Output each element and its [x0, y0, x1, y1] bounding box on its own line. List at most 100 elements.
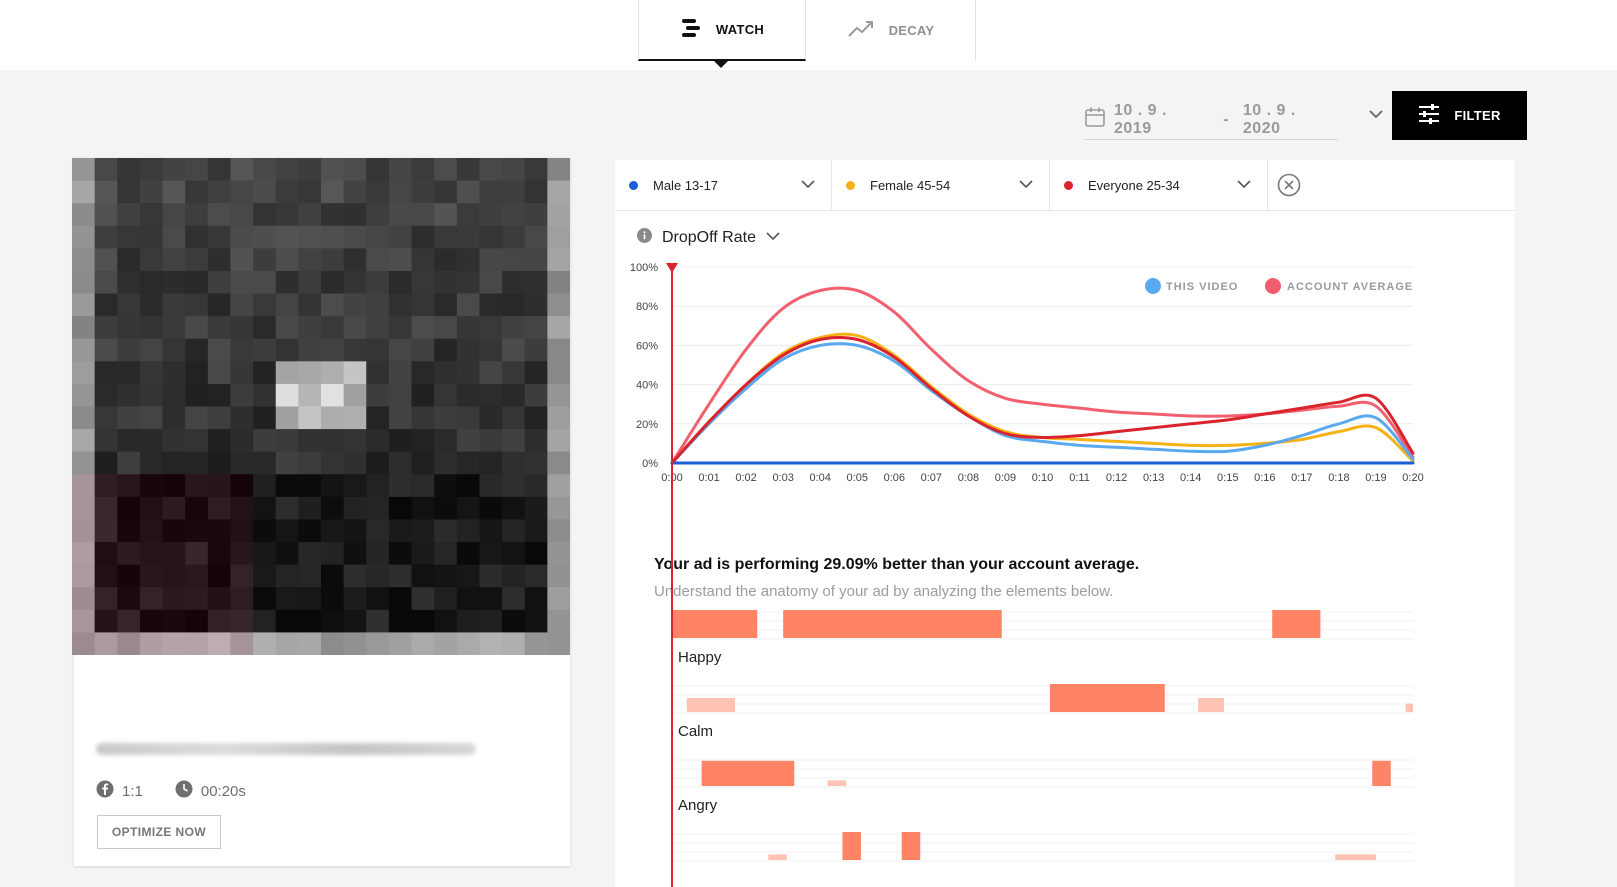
thumbnail-pixel [456, 609, 481, 634]
thumbnail-pixel [94, 587, 118, 611]
thumbnail-pixel [411, 316, 435, 340]
thumbnail-pixel [321, 587, 345, 611]
thumbnail-pixel [411, 248, 435, 272]
thumbnail-pixel [275, 158, 299, 182]
segment-select-2[interactable]: Female 45-54 [832, 160, 1050, 211]
thumbnail-pixel [275, 225, 299, 249]
watch-bars-icon [680, 17, 702, 42]
tab-decay[interactable]: DECAY [806, 0, 976, 61]
thumbnail-pixel [547, 383, 570, 408]
emotion-bar [901, 832, 921, 860]
thumbnail-pixel [162, 248, 186, 272]
thumbnail-pixel [321, 203, 345, 227]
thumbnail-pixel [343, 383, 367, 408]
thumbnail-pixel [139, 451, 164, 475]
chevron-down-icon [1237, 177, 1251, 194]
thumbnail-pixel [343, 293, 367, 317]
thumbnail-pixel [298, 270, 322, 295]
thumbnail-pixel [343, 361, 367, 385]
thumbnail-pixel [479, 564, 503, 588]
analytics-panel: Male 13-17 Female 45-54 Everyone 25-34 D… [615, 160, 1515, 887]
thumbnail-pixel [117, 361, 141, 385]
video-meta: 1:1 00:20s [96, 780, 268, 802]
thumbnail-pixel [456, 361, 481, 385]
thumbnail-pixel [456, 632, 481, 655]
thumbnail-pixel [185, 203, 209, 227]
x-tick-label: 0:18 [1328, 472, 1349, 484]
emotion-bar [1405, 703, 1413, 712]
thumbnail-pixel [275, 383, 299, 408]
thumbnail-pixel [434, 293, 458, 317]
thumbnail-pixel [321, 158, 345, 182]
thumbnail-pixel [230, 451, 254, 475]
thumbnail-pixel [207, 451, 232, 475]
clear-segments-button[interactable] [1277, 173, 1301, 202]
thumbnail-pixel [434, 496, 458, 521]
thumbnail-pixel [321, 270, 345, 295]
thumbnail-pixel [343, 519, 367, 543]
thumbnail-pixel [207, 406, 232, 430]
emotion-row-label: Angry [678, 797, 718, 814]
segment-select-3[interactable]: Everyone 25-34 [1050, 160, 1268, 211]
x-tick-label: 0:08 [958, 472, 979, 484]
metric-selector[interactable]: DropOff Rate [637, 228, 780, 248]
thumbnail-pixel [139, 564, 164, 588]
tab-watch[interactable]: WATCH [638, 0, 806, 61]
thumbnail-pixel [547, 248, 570, 272]
filter-button[interactable]: FILTER [1392, 91, 1527, 140]
thumbnail-pixel [117, 542, 141, 566]
thumbnail-pixel [94, 519, 118, 543]
thumbnail-pixel [253, 248, 277, 272]
segment-label: Female 45-54 [870, 178, 951, 193]
thumbnail-pixel [185, 361, 209, 385]
performance-summary: Your ad is performing 29.09% better than… [654, 556, 1140, 573]
series-line [670, 335, 1415, 465]
thumbnail-pixel [456, 383, 481, 408]
segment-select-1[interactable]: Male 13-17 [615, 160, 832, 211]
thumbnail-pixel [547, 180, 570, 204]
thumbnail-pixel [275, 519, 299, 543]
thumbnail-pixel [185, 609, 209, 634]
legend-swatch [1145, 278, 1161, 294]
video-thumbnail[interactable] [72, 158, 570, 655]
thumbnail-pixel [502, 270, 526, 295]
thumbnail-pixel [456, 316, 481, 340]
thumbnail-pixel [547, 270, 570, 295]
chevron-down-icon [1019, 177, 1033, 194]
date-range-picker[interactable]: 10 . 9 . 2019 - 10 . 9 . 2020 [1084, 100, 1338, 140]
emotion-bar [768, 854, 787, 860]
thumbnail-pixel [547, 519, 570, 543]
thumbnail-pixel [94, 270, 118, 295]
thumbnail-pixel [547, 429, 570, 453]
playhead-line[interactable] [671, 266, 673, 887]
thumbnail-pixel [479, 248, 503, 272]
thumbnail-pixel [434, 587, 458, 611]
thumbnail-pixel [343, 587, 367, 611]
thumbnail-pixel [366, 406, 390, 430]
thumbnail-pixel [388, 225, 413, 249]
thumbnail-pixel [321, 564, 345, 588]
thumbnail-pixel [139, 225, 164, 249]
thumbnail-pixel [524, 158, 548, 182]
thumbnail-pixel [479, 270, 503, 295]
thumbnail-pixel [94, 383, 118, 408]
thumbnail-pixel [230, 429, 254, 453]
thumbnail-pixel [502, 406, 526, 430]
segment-color-dot [846, 181, 855, 190]
thumbnail-pixel [230, 542, 254, 566]
optimize-now-button[interactable]: OPTIMIZE NOW [97, 815, 221, 849]
thumbnail-pixel [162, 564, 186, 588]
thumbnail-pixel [524, 338, 548, 362]
dropoff-chart[interactable]: 0%20%40%60%80%100%0:000:010:020:030:040:… [615, 260, 1515, 560]
thumbnail-pixel [230, 564, 254, 588]
thumbnail-pixel [411, 609, 435, 634]
thumbnail-pixel [388, 474, 413, 498]
thumbnail-pixel [253, 564, 277, 588]
thumbnail-pixel [388, 180, 413, 204]
segment-color-dot [629, 181, 638, 190]
thumbnail-pixel [524, 248, 548, 272]
thumbnail-pixel [388, 496, 413, 521]
thumbnail-pixel [94, 225, 118, 249]
chevron-down-icon[interactable] [1368, 106, 1384, 127]
thumbnail-pixel [275, 406, 299, 430]
